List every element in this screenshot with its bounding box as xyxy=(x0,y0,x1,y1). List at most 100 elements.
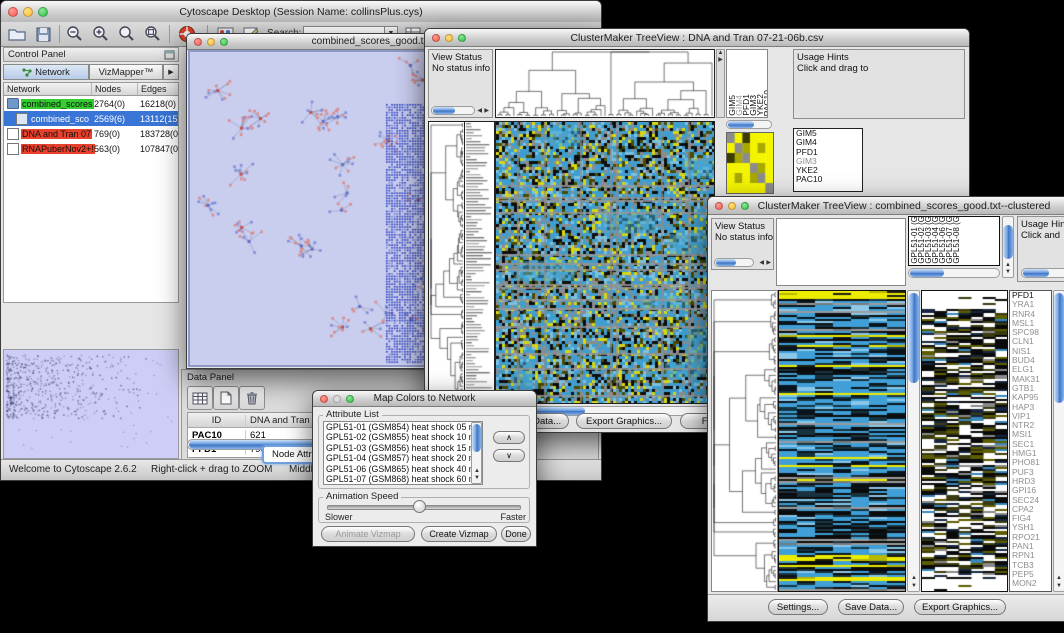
gene-label[interactable]: PAN1 xyxy=(1010,542,1051,551)
attribute-list-item[interactable]: GPL51-06 (GSM865) heat shock 40 min xyxy=(324,464,482,474)
treeview1-heatmap[interactable] xyxy=(495,121,715,404)
scrollbar-thumb[interactable] xyxy=(716,259,736,266)
scrollbar-thumb[interactable] xyxy=(908,293,919,383)
network-list-row[interactable]: combined_sco 2569(6) 13112(15) xyxy=(4,111,178,126)
treeview1-titlebar[interactable]: ClusterMaker TreeView : DNA and Tran 07-… xyxy=(425,29,969,47)
gene-label[interactable]: MAK31 xyxy=(1010,375,1051,384)
minimize-button[interactable] xyxy=(333,395,341,403)
gene-label[interactable]: CPA2 xyxy=(1010,505,1051,514)
treeview1-labels-hscrollbar[interactable] xyxy=(726,120,772,129)
gene-label[interactable]: HMG1 xyxy=(1010,449,1051,458)
treeview1-export-graphics-button[interactable]: Export Graphics... xyxy=(576,413,672,429)
delete-attribute-button[interactable] xyxy=(239,386,265,410)
scroll-down-arrow-icon[interactable]: ▼ xyxy=(1005,269,1011,276)
gene-label[interactable]: YKE2 xyxy=(794,166,862,175)
gene-label[interactable]: BUD4 xyxy=(1010,356,1051,365)
gene-label[interactable]: HAP3 xyxy=(1010,403,1051,412)
gene-label[interactable]: GTB1 xyxy=(1010,384,1051,393)
gene-label[interactable]: CLN1 xyxy=(1010,337,1051,346)
gene-label[interactable]: SPC98 xyxy=(1010,328,1051,337)
scrollbar-thumb[interactable] xyxy=(1023,269,1049,277)
treeview1-selection-heatmap[interactable] xyxy=(726,132,774,194)
new-attribute-button[interactable] xyxy=(213,386,239,410)
gene-label[interactable]: SEC1 xyxy=(1010,440,1051,449)
treeview2-titlebar[interactable]: ClusterMaker TreeView : combined_scores_… xyxy=(708,197,1064,215)
scroll-left-arrow-icon[interactable]: ◀ xyxy=(759,260,764,267)
network-overview-canvas[interactable] xyxy=(4,350,178,458)
treeview2-row-dendrogram[interactable] xyxy=(711,290,778,592)
gene-label[interactable]: PAC10 xyxy=(794,175,862,184)
save-button[interactable] xyxy=(33,24,53,44)
usage-hints-hscrollbar[interactable] xyxy=(1021,268,1064,278)
close-button[interactable] xyxy=(320,395,328,403)
scrollbar-thumb[interactable] xyxy=(472,424,481,452)
treeview2-heatmap-vscrollbar[interactable]: ▲ ▼ xyxy=(907,290,920,592)
gene-label[interactable]: FIG4 xyxy=(1010,514,1051,523)
gene-label[interactable]: HRD3 xyxy=(1010,477,1051,486)
scroll-right-arrow-icon[interactable]: ▶ xyxy=(717,57,724,64)
gene-label[interactable]: SEC24 xyxy=(1010,496,1051,505)
scroll-left-arrow-icon[interactable]: ◀ xyxy=(477,108,482,115)
gene-label[interactable]: MON2 xyxy=(1010,579,1051,588)
gene-label[interactable]: YRA1 xyxy=(1010,300,1051,309)
treeview1-row-labels[interactable] xyxy=(465,121,495,404)
scroll-up-arrow-icon[interactable]: ▲ xyxy=(717,50,724,57)
gene-label[interactable]: PEP5 xyxy=(1010,570,1051,579)
gene-label[interactable]: KAP95 xyxy=(1010,393,1051,402)
create-vizmap-button[interactable]: Create Vizmap xyxy=(421,526,497,542)
network-list-row[interactable]: combined_scores 2764(0) 16218(0) xyxy=(4,96,178,111)
column-label[interactable]: PAC10 xyxy=(764,90,768,116)
view-status-hscrollbar[interactable] xyxy=(431,106,475,115)
scroll-down-arrow-icon[interactable]: ▼ xyxy=(474,475,480,482)
gene-label[interactable]: TCB3 xyxy=(1010,561,1051,570)
gene-label[interactable]: YSH1 xyxy=(1010,523,1051,532)
treeview2-selection-heatmap[interactable] xyxy=(921,290,1008,592)
close-button[interactable] xyxy=(8,7,18,17)
treeview2-genelist-vscrollbar[interactable]: ▲ ▼ xyxy=(1053,290,1064,592)
column-header-network[interactable]: Network xyxy=(4,83,92,95)
scroll-up-arrow-icon[interactable]: ▲ xyxy=(474,468,480,475)
attribute-list-item[interactable]: GPL51-07 (GSM868) heat shock 60 min xyxy=(324,474,482,484)
gene-label[interactable]: PHO81 xyxy=(1010,458,1051,467)
gene-label[interactable]: RNR4 xyxy=(1010,310,1051,319)
scroll-up-arrow-icon[interactable]: ▲ xyxy=(1005,262,1011,269)
tab-overflow-button[interactable]: ▶ xyxy=(163,64,179,80)
slider-thumb[interactable] xyxy=(413,500,426,513)
gene-label[interactable]: NTR2 xyxy=(1010,421,1051,430)
gene-label[interactable]: RPN1 xyxy=(1010,551,1051,560)
attribute-list-item[interactable]: GPL51-04 (GSM857) heat shock 20 min xyxy=(324,453,482,463)
close-button[interactable] xyxy=(194,38,202,46)
treeview1-column-dendrogram[interactable] xyxy=(495,49,715,118)
close-button[interactable] xyxy=(432,34,440,42)
close-button[interactable] xyxy=(715,202,723,210)
scrollbar-thumb[interactable] xyxy=(910,269,944,277)
zoom-out-button[interactable] xyxy=(65,24,85,44)
treeview1-mini-scrollbar[interactable]: ▲ ▶ xyxy=(716,49,725,118)
column-header-nodes[interactable]: Nodes xyxy=(92,83,138,95)
float-panel-icon[interactable] xyxy=(164,50,175,60)
tab-vizmapper[interactable]: VizMapper™ xyxy=(89,64,163,80)
attribute-list-vscrollbar[interactable]: ▲ ▼ xyxy=(471,422,482,484)
gene-label[interactable]: VIP1 xyxy=(1010,412,1051,421)
scrollbar-thumb[interactable] xyxy=(1003,225,1013,259)
treeview2-export-graphics-button[interactable]: Export Graphics... xyxy=(914,599,1006,615)
column-label[interactable]: GPL51-08 (GSM872) xyxy=(953,216,960,264)
scroll-right-arrow-icon[interactable]: ▶ xyxy=(766,260,771,267)
move-up-button[interactable]: ∧ xyxy=(493,431,525,444)
scroll-up-arrow-icon[interactable]: ▲ xyxy=(911,575,917,582)
gene-label[interactable]: MSI1 xyxy=(1010,430,1051,439)
scroll-down-arrow-icon[interactable]: ▼ xyxy=(911,583,917,590)
attribute-select-button[interactable] xyxy=(187,386,213,410)
scrollbar-thumb[interactable] xyxy=(433,107,455,114)
dialog-titlebar[interactable]: Map Colors to Network xyxy=(313,391,536,407)
attribute-list-item[interactable]: GPL51-01 (GSM854) heat shock 05 min xyxy=(324,422,482,432)
gene-label[interactable]: RPO21 xyxy=(1010,533,1051,542)
zoom-fit-button[interactable] xyxy=(143,24,163,44)
treeview2-labels-hscrollbar[interactable] xyxy=(908,268,1000,278)
done-button[interactable]: Done xyxy=(501,526,531,542)
treeview2-column-dendrogram[interactable] xyxy=(776,218,906,286)
gene-label[interactable]: GPI16 xyxy=(1010,486,1051,495)
open-file-button[interactable] xyxy=(7,24,27,44)
minimize-button[interactable] xyxy=(445,34,453,42)
minimize-button[interactable] xyxy=(207,38,215,46)
